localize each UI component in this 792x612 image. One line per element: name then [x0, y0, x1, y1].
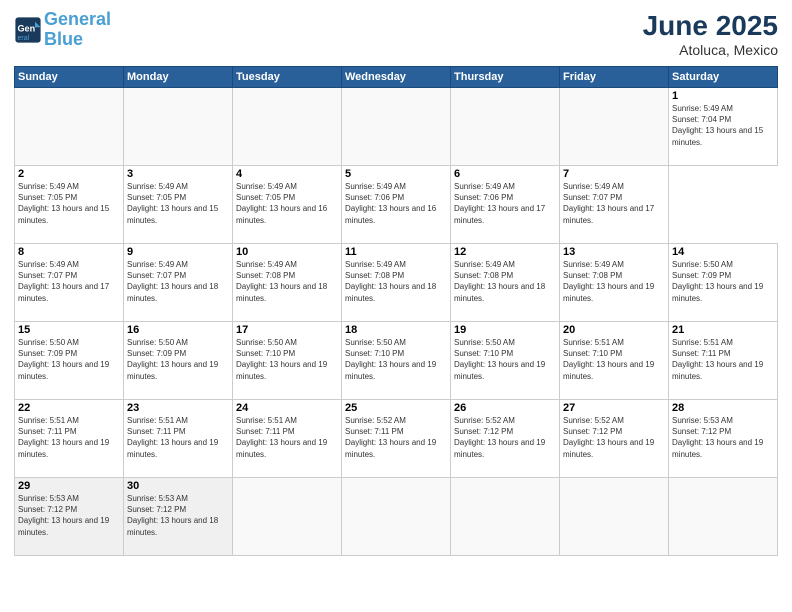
month-title: June 2025	[643, 10, 778, 42]
col-thursday: Thursday	[451, 67, 560, 88]
table-row: 2Sunrise: 5:49 AMSunset: 7:05 PMDaylight…	[15, 166, 124, 244]
empty-cell	[124, 88, 233, 166]
header: Gen eral GeneralBlue June 2025 Atoluca, …	[14, 10, 778, 58]
table-row: 8Sunrise: 5:49 AMSunset: 7:07 PMDaylight…	[15, 244, 124, 322]
table-row: 6Sunrise: 5:49 AMSunset: 7:06 PMDaylight…	[451, 166, 560, 244]
table-row: 11Sunrise: 5:49 AMSunset: 7:08 PMDayligh…	[342, 244, 451, 322]
table-row: 23Sunrise: 5:51 AMSunset: 7:11 PMDayligh…	[124, 400, 233, 478]
table-row: 21Sunrise: 5:51 AMSunset: 7:11 PMDayligh…	[669, 322, 778, 400]
empty-cell	[560, 88, 669, 166]
table-row: 30Sunrise: 5:53 AMSunset: 7:12 PMDayligh…	[124, 478, 233, 556]
table-row: 28Sunrise: 5:53 AMSunset: 7:12 PMDayligh…	[669, 400, 778, 478]
logo-text: GeneralBlue	[44, 10, 111, 50]
empty-cell	[15, 88, 124, 166]
table-row: 4Sunrise: 5:49 AMSunset: 7:05 PMDaylight…	[233, 166, 342, 244]
table-row: 19Sunrise: 5:50 AMSunset: 7:10 PMDayligh…	[451, 322, 560, 400]
col-wednesday: Wednesday	[342, 67, 451, 88]
table-row: 17Sunrise: 5:50 AMSunset: 7:10 PMDayligh…	[233, 322, 342, 400]
col-tuesday: Tuesday	[233, 67, 342, 88]
table-row: 20Sunrise: 5:51 AMSunset: 7:10 PMDayligh…	[560, 322, 669, 400]
table-row: 12Sunrise: 5:49 AMSunset: 7:08 PMDayligh…	[451, 244, 560, 322]
title-block: June 2025 Atoluca, Mexico	[643, 10, 778, 58]
logo: Gen eral GeneralBlue	[14, 10, 111, 50]
location: Atoluca, Mexico	[643, 42, 778, 58]
table-row: 24Sunrise: 5:51 AMSunset: 7:11 PMDayligh…	[233, 400, 342, 478]
col-sunday: Sunday	[15, 67, 124, 88]
calendar-header-row: Sunday Monday Tuesday Wednesday Thursday…	[15, 67, 778, 88]
table-row: 22Sunrise: 5:51 AMSunset: 7:11 PMDayligh…	[15, 400, 124, 478]
table-row: 14Sunrise: 5:50 AMSunset: 7:09 PMDayligh…	[669, 244, 778, 322]
table-row: 7Sunrise: 5:49 AMSunset: 7:07 PMDaylight…	[560, 166, 669, 244]
svg-text:eral: eral	[18, 35, 30, 42]
table-row: 16Sunrise: 5:50 AMSunset: 7:09 PMDayligh…	[124, 322, 233, 400]
col-friday: Friday	[560, 67, 669, 88]
col-saturday: Saturday	[669, 67, 778, 88]
col-monday: Monday	[124, 67, 233, 88]
table-row: 9Sunrise: 5:49 AMSunset: 7:07 PMDaylight…	[124, 244, 233, 322]
empty-cell	[451, 88, 560, 166]
calendar: Sunday Monday Tuesday Wednesday Thursday…	[14, 66, 778, 556]
table-row: 29Sunrise: 5:53 AMSunset: 7:12 PMDayligh…	[15, 478, 124, 556]
table-row: 13Sunrise: 5:49 AMSunset: 7:08 PMDayligh…	[560, 244, 669, 322]
table-row: 26Sunrise: 5:52 AMSunset: 7:12 PMDayligh…	[451, 400, 560, 478]
page: Gen eral GeneralBlue June 2025 Atoluca, …	[0, 0, 792, 612]
empty-cell	[342, 88, 451, 166]
table-row: 1Sunrise: 5:49 AMSunset: 7:04 PMDaylight…	[669, 88, 778, 166]
table-row	[451, 478, 560, 556]
table-row: 25Sunrise: 5:52 AMSunset: 7:11 PMDayligh…	[342, 400, 451, 478]
table-row: 5Sunrise: 5:49 AMSunset: 7:06 PMDaylight…	[342, 166, 451, 244]
table-row: 15Sunrise: 5:50 AMSunset: 7:09 PMDayligh…	[15, 322, 124, 400]
table-row: 27Sunrise: 5:52 AMSunset: 7:12 PMDayligh…	[560, 400, 669, 478]
table-row: 18Sunrise: 5:50 AMSunset: 7:10 PMDayligh…	[342, 322, 451, 400]
empty-cell	[233, 88, 342, 166]
table-row: 10Sunrise: 5:49 AMSunset: 7:08 PMDayligh…	[233, 244, 342, 322]
table-row	[233, 478, 342, 556]
table-row	[669, 478, 778, 556]
table-row	[342, 478, 451, 556]
table-row: 3Sunrise: 5:49 AMSunset: 7:05 PMDaylight…	[124, 166, 233, 244]
table-row	[560, 478, 669, 556]
svg-text:Gen: Gen	[18, 23, 36, 33]
logo-icon: Gen eral	[14, 16, 42, 44]
